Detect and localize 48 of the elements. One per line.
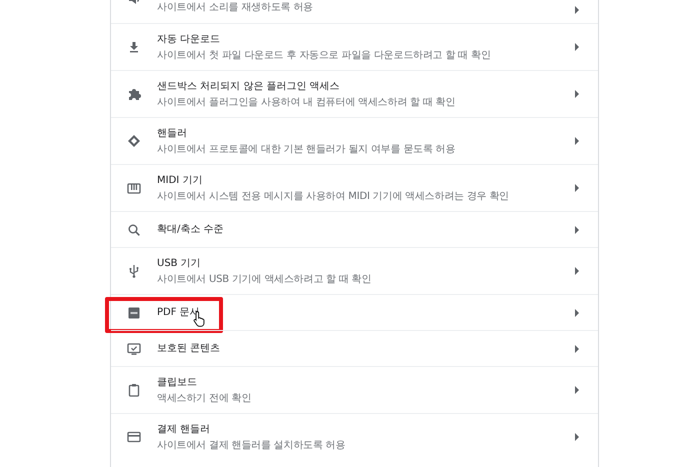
- arrow-icon: [574, 43, 580, 51]
- arrow-icon: [574, 226, 580, 234]
- arrow-icon: [574, 433, 580, 441]
- settings-row[interactable]: 사이트에서 소리를 재생하도록 허용: [111, 0, 598, 23]
- settings-row[interactable]: 샌드박스 처리되지 않은 플러그인 액세스 사이트에서 플러그인을 사용하여 내 컴퓨터에 액세스하려 할 때 확인: [111, 70, 598, 117]
- row-title: 자동 다운로드: [157, 32, 220, 46]
- row-title: 보호된 콘텐츠: [157, 342, 220, 355]
- puzzle-icon: [127, 87, 141, 101]
- settings-row[interactable]: 보호된 콘텐츠: [111, 330, 598, 366]
- arrow-icon: [574, 308, 580, 316]
- settings-row[interactable]: 결제 핸들러 사이트에서 결제 핸들러를 설치하도록 허용: [111, 413, 598, 460]
- row-title: 확대/축소 수준: [157, 223, 224, 236]
- card-icon: [127, 430, 141, 444]
- search-icon: [127, 222, 141, 236]
- row-description: 사이트에서 시스템 전용 메시지를 사용하여 MIDI 기기에 액세스하려는 경우 확인: [157, 190, 510, 202]
- row-description: 사이트에서 USB 기기에 액세스하려고 할 때 확인: [157, 272, 372, 286]
- document-icon: [127, 306, 141, 320]
- row-title: 샌드박스 처리되지 않은 플러그인 액세스: [157, 80, 340, 92]
- diamond-icon: [127, 134, 141, 148]
- settings-row[interactable]: 핸들러 사이트에서 프로토콜에 대한 기본 핸들러가 될지 여부를 묻도록 허용: [111, 117, 598, 164]
- arrow-icon: [574, 267, 580, 275]
- row-title: 핸들러: [157, 126, 187, 140]
- monitor-check-icon: [127, 342, 141, 356]
- settings-row[interactable]: 자동 다운로드 사이트에서 첫 파일 다운로드 후 자동으로 파일을 다운로드하려고 할 때 확인: [111, 23, 598, 70]
- arrow-icon: [574, 90, 580, 98]
- settings-row[interactable]: 클립보드 액세스하기 전에 확인: [111, 366, 598, 413]
- settings-row[interactable]: MIDI 기기 사이트에서 시스템 전용 메시지를 사용하여 MIDI 기기에 액세스하려는 경우 확인: [111, 164, 598, 211]
- arrow-icon: [574, 386, 580, 394]
- settings-row[interactable]: 확대/축소 수준: [111, 211, 598, 247]
- arrow-icon: [574, 344, 580, 352]
- piano-icon: [127, 181, 141, 195]
- row-description: 사이트에서 첫 파일 다운로드 후 자동으로 파일을 다운로드하려고 할 때 확인: [157, 48, 491, 62]
- settings-row[interactable]: USB 기기 사이트에서 USB 기기에 액세스하려고 할 때 확인: [111, 247, 598, 294]
- arrow-icon: [574, 6, 580, 14]
- row-description: 사이트에서 프로토콜에 대한 기본 핸들러가 될지 여부를 묻도록 허용: [157, 142, 456, 156]
- clipboard-icon: [127, 383, 141, 397]
- arrow-icon: [574, 137, 580, 145]
- row-description: 액세스하기 전에 확인: [157, 392, 252, 404]
- arrow-icon: [574, 184, 580, 192]
- usb-icon: [127, 264, 141, 278]
- row-title: 클립보드: [157, 376, 197, 388]
- row-title: USB 기기: [157, 256, 201, 270]
- row-description: 사이트에서 결제 핸들러를 설치하도록 허용: [157, 438, 346, 452]
- row-title: 결제 핸들러: [157, 422, 210, 436]
- row-description: 사이트에서 플러그인을 사용하여 내 컴퓨터에 액세스하려 할 때 확인: [157, 96, 456, 108]
- download-icon: [127, 40, 141, 54]
- row-title: MIDI 기기: [157, 174, 202, 186]
- row-description: 사이트에서 소리를 재생하도록 허용: [157, 1, 313, 14]
